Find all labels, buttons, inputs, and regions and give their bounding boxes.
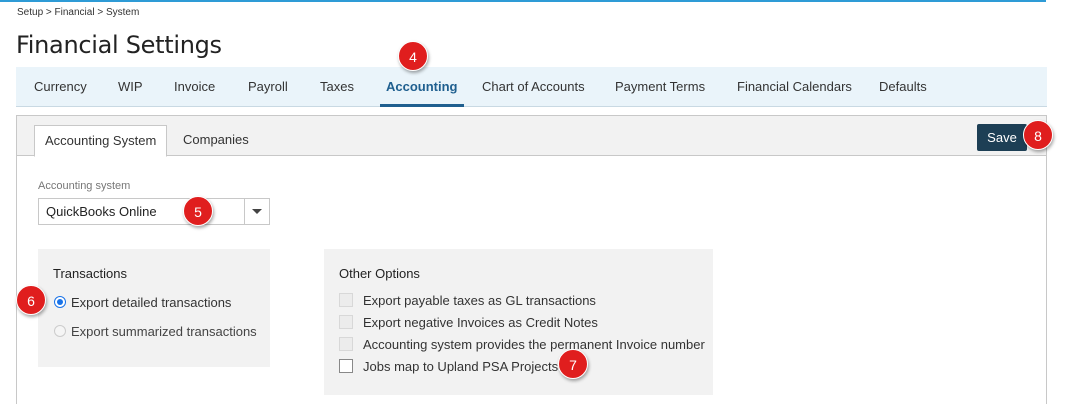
checkbox-jobs-map-projects[interactable] — [339, 359, 353, 373]
tab-invoice[interactable]: Invoice — [174, 67, 215, 107]
step-marker-7: 7 — [558, 349, 588, 379]
accounting-system-label: Accounting system — [38, 180, 131, 192]
step-marker-4: 4 — [398, 41, 428, 71]
option-export-payable-taxes-label: Export payable taxes as GL transactions — [363, 293, 596, 308]
subtab-accounting-system[interactable]: Accounting System — [34, 125, 168, 157]
accounting-system-value: QuickBooks Online — [46, 204, 157, 219]
radio-export-detailed[interactable] — [54, 296, 66, 308]
checkbox-export-negative-invoices[interactable] — [339, 315, 353, 329]
chevron-down-icon[interactable] — [252, 209, 262, 214]
tab-chart-of-accounts[interactable]: Chart of Accounts — [482, 67, 585, 107]
step-marker-8: 8 — [1023, 120, 1053, 150]
page-title: Financial Settings — [16, 31, 222, 59]
checkbox-export-payable-taxes[interactable] — [339, 293, 353, 307]
select-divider — [244, 199, 245, 224]
other-options-box: Other Options Export payable taxes as GL… — [324, 249, 713, 395]
tab-payroll[interactable]: Payroll — [248, 67, 288, 107]
accounting-system-select[interactable]: QuickBooks Online — [38, 198, 270, 225]
transactions-box: Transactions Export detailed transaction… — [38, 249, 270, 367]
option-permanent-invoice-number-label: Accounting system provides the permanent… — [363, 337, 705, 352]
tab-financial-calendars[interactable]: Financial Calendars — [737, 67, 852, 107]
option-export-negative-invoices-label: Export negative Invoices as Credit Notes — [363, 315, 598, 330]
breadcrumb: Setup > Financial > System — [17, 7, 140, 18]
top-accent-line — [0, 0, 1046, 2]
step-marker-5: 5 — [183, 196, 213, 226]
tab-taxes[interactable]: Taxes — [320, 67, 354, 107]
tab-defaults[interactable]: Defaults — [879, 67, 927, 107]
tab-currency[interactable]: Currency — [34, 67, 87, 107]
other-options-title: Other Options — [339, 266, 420, 281]
step-marker-6: 6 — [16, 285, 46, 315]
subtab-strip: Accounting System Companies Save — [17, 116, 1046, 157]
save-button[interactable]: Save — [977, 124, 1027, 151]
radio-export-summarized[interactable] — [54, 325, 66, 337]
checkbox-permanent-invoice-number[interactable] — [339, 337, 353, 351]
option-export-detailed-label: Export detailed transactions — [71, 295, 232, 310]
option-jobs-map-projects-label: Jobs map to Upland PSA Projects — [363, 359, 559, 374]
tab-payment-terms[interactable]: Payment Terms — [615, 67, 705, 107]
accounting-panel: Accounting System Companies Save Account… — [16, 115, 1047, 404]
tab-wip[interactable]: WIP — [118, 67, 143, 107]
option-export-summarized-label: Export summarized transactions — [71, 324, 257, 339]
transactions-title: Transactions — [53, 266, 127, 281]
main-tab-bar: Currency WIP Invoice Payroll Taxes Accou… — [16, 67, 1047, 107]
tab-accounting[interactable]: Accounting — [380, 67, 463, 107]
subtab-companies[interactable]: Companies — [173, 125, 259, 157]
